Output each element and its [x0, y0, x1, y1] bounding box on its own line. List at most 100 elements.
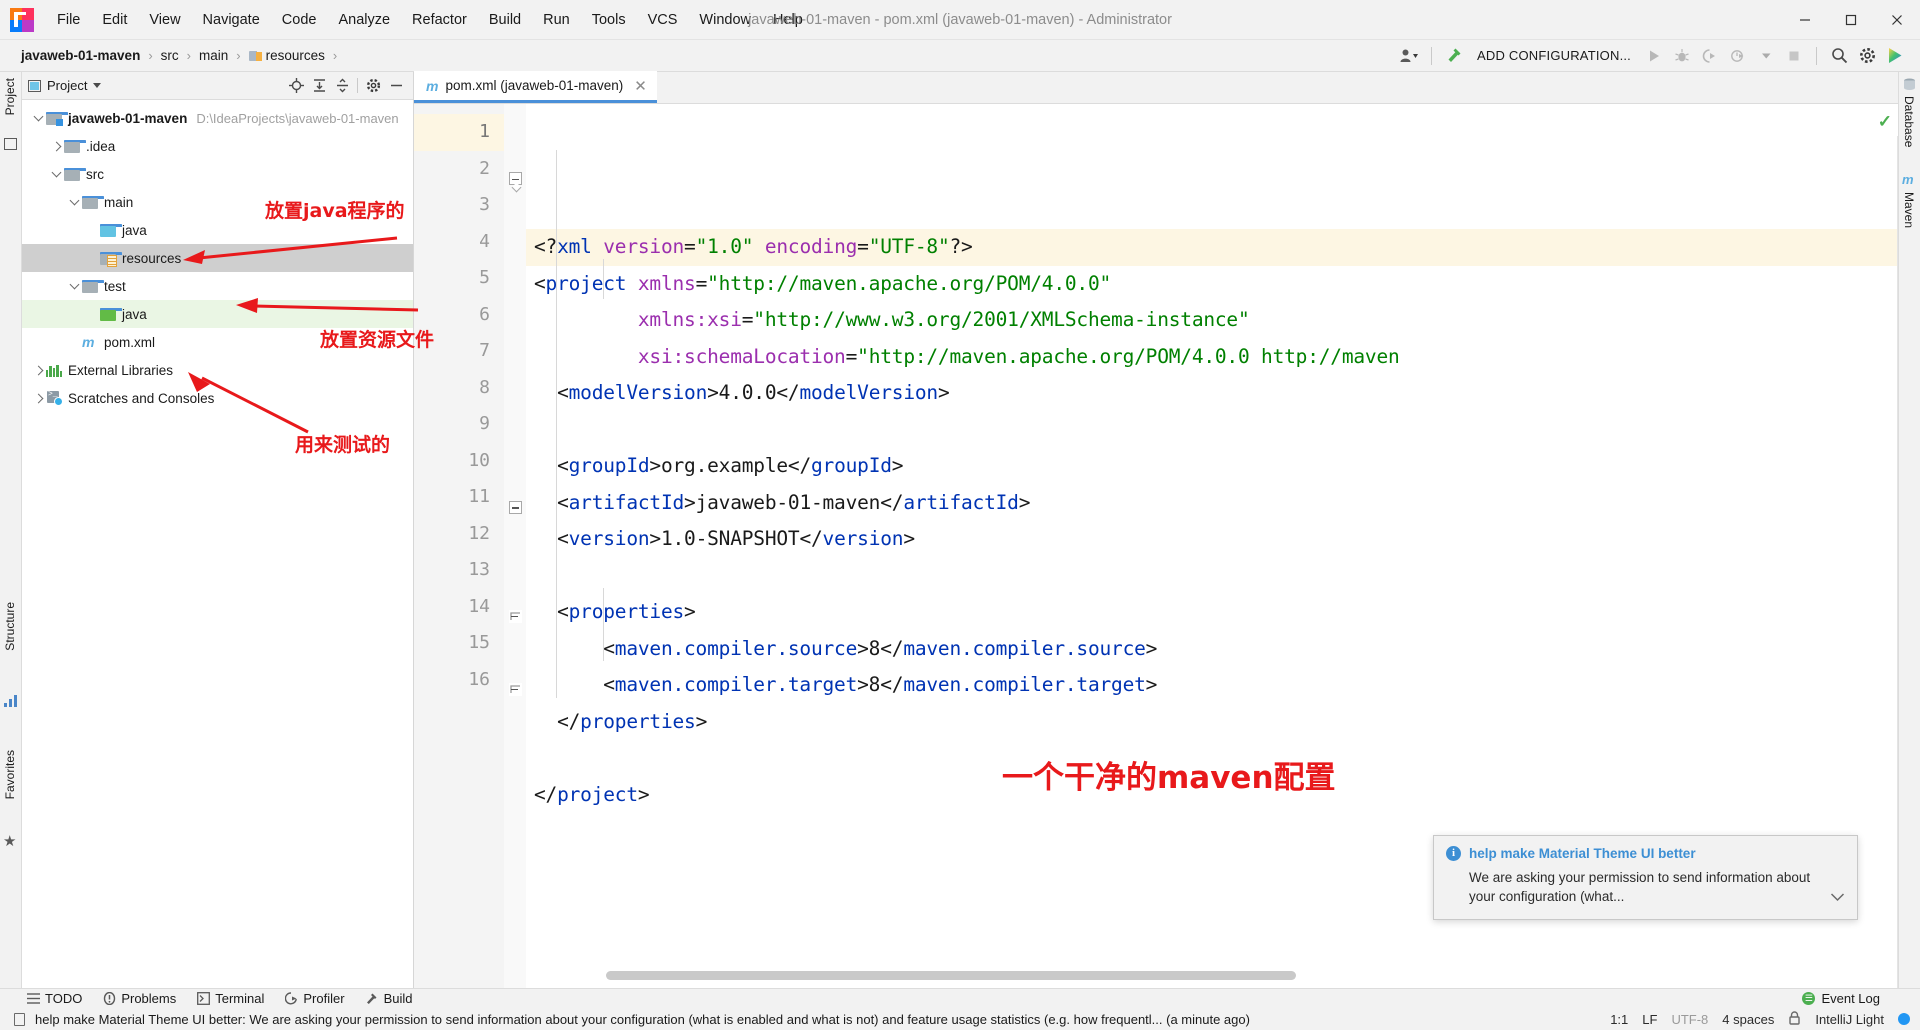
- code-line-12[interactable]: <maven.compiler.source>8</maven.compiler…: [526, 631, 1898, 668]
- code-line-13[interactable]: <maven.compiler.target>8</maven.compiler…: [526, 667, 1898, 704]
- stripe-structure-button[interactable]: Structure: [3, 602, 17, 651]
- lock-icon[interactable]: [1788, 1010, 1801, 1028]
- bottom-tab-todo[interactable]: TODO: [26, 991, 82, 1006]
- code-line-7[interactable]: <groupId>org.example</groupId>: [526, 448, 1898, 485]
- code-line-8[interactable]: <artifactId>javaweb-01-maven</artifactId…: [526, 485, 1898, 522]
- breadcrumb-item-src[interactable]: src: [158, 47, 182, 64]
- notification-balloon[interactable]: i help make Material Theme UI better We …: [1433, 834, 1858, 920]
- chevron-down-icon[interactable]: [93, 83, 102, 88]
- event-log-button[interactable]: ☰ Event Log: [1802, 991, 1880, 1006]
- breadcrumb-item-javaweb-01-maven[interactable]: javaweb-01-maven: [18, 47, 143, 64]
- breadcrumb-item-main[interactable]: main: [196, 47, 231, 64]
- line-number[interactable]: 15: [414, 625, 504, 662]
- line-number[interactable]: 11: [414, 479, 504, 516]
- tree-node--idea[interactable]: .idea: [22, 132, 413, 160]
- maven-m-icon[interactable]: m: [1902, 172, 1914, 187]
- theme-name[interactable]: IntelliJ Light: [1815, 1012, 1884, 1027]
- fold-marker-properties-end[interactable]: [504, 599, 526, 636]
- code-line-14[interactable]: </properties>: [526, 704, 1898, 741]
- code-line-2[interactable]: <project xmlns="http://maven.apache.org/…: [526, 266, 1898, 303]
- line-number[interactable]: 12: [414, 516, 504, 553]
- close-icon[interactable]: ✕: [634, 77, 647, 95]
- user-dropdown-icon[interactable]: [1396, 43, 1422, 69]
- profiler-run-icon[interactable]: [1725, 43, 1751, 69]
- tree-node-scratches-and-consoles[interactable]: Scratches and Consoles: [22, 384, 413, 412]
- menu-edit[interactable]: Edit: [91, 8, 138, 32]
- code-line-11[interactable]: <properties>: [526, 594, 1898, 631]
- project-panel-title-group[interactable]: Project: [28, 78, 102, 93]
- tree-node-java[interactable]: java: [22, 216, 413, 244]
- line-number[interactable]: 6: [414, 297, 504, 334]
- chevron-down-icon[interactable]: [1830, 890, 1845, 905]
- line-number[interactable]: 13: [414, 552, 504, 589]
- chevron-right-icon[interactable]: [30, 365, 46, 375]
- menu-file[interactable]: File: [46, 8, 91, 32]
- caret-position[interactable]: 1:1: [1610, 1012, 1628, 1027]
- tree-node-src[interactable]: src: [22, 160, 413, 188]
- fold-marker-properties[interactable]: [504, 489, 526, 526]
- line-number[interactable]: 1: [414, 114, 504, 151]
- menu-help[interactable]: Help: [762, 8, 814, 32]
- tree-node-external-libraries[interactable]: External Libraries: [22, 356, 413, 384]
- line-number[interactable]: 2: [414, 151, 504, 188]
- chevron-down-icon[interactable]: [66, 195, 82, 206]
- run-coverage-icon[interactable]: [1697, 43, 1723, 69]
- line-separator[interactable]: LF: [1642, 1012, 1657, 1027]
- minimize-button[interactable]: [1782, 0, 1828, 40]
- line-number[interactable]: 7: [414, 333, 504, 370]
- line-number[interactable]: 9: [414, 406, 504, 443]
- stripe-project-button[interactable]: Project: [3, 78, 17, 115]
- tree-node-main[interactable]: main: [22, 188, 413, 216]
- stop-icon[interactable]: [1781, 43, 1807, 69]
- menu-window[interactable]: Window: [688, 8, 762, 32]
- menu-refactor[interactable]: Refactor: [401, 8, 478, 32]
- code-line-1[interactable]: <?xml version="1.0" encoding="UTF-8"?>: [526, 229, 1898, 266]
- stripe-maven-button[interactable]: Maven: [1902, 192, 1916, 228]
- notification-doc-icon[interactable]: [14, 1012, 25, 1026]
- menu-tools[interactable]: Tools: [581, 8, 637, 32]
- scrollbar-thumb[interactable]: [606, 971, 1296, 980]
- debug-icon[interactable]: [1669, 43, 1695, 69]
- file-encoding[interactable]: UTF-8: [1671, 1012, 1708, 1027]
- line-number[interactable]: 10: [414, 443, 504, 480]
- editor-horizontal-scrollbar[interactable]: [510, 971, 1886, 984]
- build-hammer-icon[interactable]: [1441, 43, 1467, 69]
- code-line-5[interactable]: <modelVersion>4.0.0</modelVersion>: [526, 375, 1898, 412]
- project-tree[interactable]: javaweb-01-maven D:\IdeaProjects\javaweb-…: [22, 100, 413, 412]
- chevron-down-icon[interactable]: [48, 167, 64, 178]
- stripe-database-button[interactable]: Database: [1902, 96, 1916, 147]
- chevron-down-icon[interactable]: [1753, 43, 1779, 69]
- code-line-15[interactable]: [526, 740, 1898, 777]
- code-line-16[interactable]: </project>: [526, 777, 1898, 814]
- stripe-project-icon[interactable]: [4, 138, 17, 150]
- maximize-button[interactable]: [1828, 0, 1874, 40]
- code-line-6[interactable]: [526, 412, 1898, 449]
- code-line-10[interactable]: [526, 558, 1898, 595]
- line-number[interactable]: 5: [414, 260, 504, 297]
- stripe-structure-icon[interactable]: [4, 694, 17, 712]
- menu-vcs[interactable]: VCS: [637, 8, 689, 32]
- expand-all-icon[interactable]: [308, 75, 330, 97]
- bottom-tab-problems[interactable]: Problems: [102, 991, 176, 1006]
- bottom-tab-terminal[interactable]: Terminal: [196, 991, 264, 1006]
- star-icon[interactable]: ★: [3, 832, 16, 850]
- material-theme-icon[interactable]: [1882, 43, 1908, 69]
- indent-setting[interactable]: 4 spaces: [1722, 1012, 1774, 1027]
- stripe-favorites-button[interactable]: Favorites: [3, 750, 17, 799]
- editor-tab-pom-xml[interactable]: m pom.xml (javaweb-01-maven) ✕: [414, 71, 657, 103]
- add-configuration-button[interactable]: ADD CONFIGURATION...: [1469, 46, 1639, 65]
- tree-node-java[interactable]: java: [22, 300, 413, 328]
- locate-icon[interactable]: [285, 75, 307, 97]
- search-everywhere-icon[interactable]: [1826, 43, 1852, 69]
- menu-build[interactable]: Build: [478, 8, 532, 32]
- bottom-tab-profiler[interactable]: Profiler: [284, 991, 345, 1006]
- menu-code[interactable]: Code: [271, 8, 328, 32]
- chevron-right-icon[interactable]: [48, 141, 64, 151]
- chevron-down-icon[interactable]: [30, 111, 46, 122]
- collapse-all-icon[interactable]: [331, 75, 353, 97]
- line-number[interactable]: 16: [414, 662, 504, 699]
- settings-gear-icon[interactable]: [1854, 43, 1880, 69]
- code-folding-column[interactable]: [504, 104, 526, 988]
- breadcrumb-item-resources[interactable]: resources: [246, 47, 328, 64]
- fold-marker-project[interactable]: [504, 161, 526, 198]
